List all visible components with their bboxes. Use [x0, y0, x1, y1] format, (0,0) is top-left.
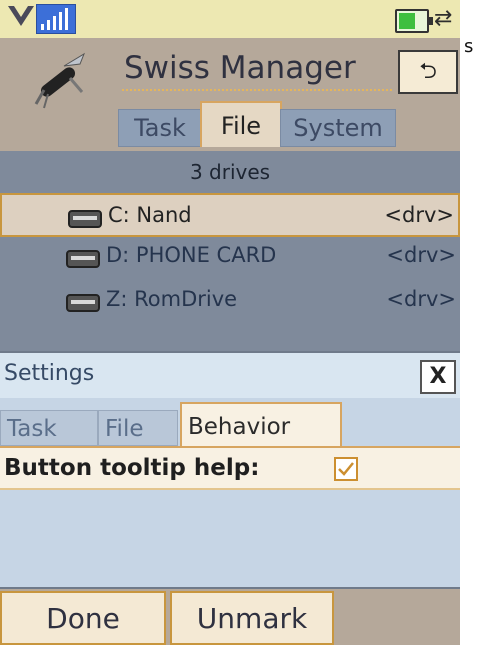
drive-icon — [66, 294, 100, 312]
title-divider — [122, 89, 392, 91]
drive-name: Z: RomDrive — [106, 287, 238, 311]
tab-system[interactable]: System — [280, 109, 396, 147]
option-row-tooltip: Button tooltip help: — [0, 448, 460, 490]
option-label: Button tooltip help: — [4, 455, 260, 481]
softkey-bar: Done Unmark — [0, 587, 460, 645]
checkmark-icon — [338, 462, 354, 476]
drive-row-d[interactable]: D: PHONE CARD <drv> — [0, 235, 460, 279]
dialog-title: Settings — [4, 361, 95, 386]
settings-tab-file[interactable]: File — [98, 410, 178, 446]
drive-type-tag: <drv> — [386, 243, 456, 267]
drive-row-z[interactable]: Z: RomDrive <drv> — [0, 279, 460, 323]
drive-count: 3 drives — [189, 160, 271, 184]
tooltip-checkbox[interactable] — [334, 457, 358, 481]
phone-screen: ⇄ Swiss Manager ⮌ Task File System 3 dri… — [0, 0, 460, 645]
done-button[interactable]: Done — [0, 591, 166, 645]
swiss-knife-icon — [34, 52, 86, 109]
app-tab-bar: Task File System — [118, 101, 398, 147]
sync-icon: ⇄ — [434, 6, 453, 31]
drive-icon — [68, 210, 102, 228]
side-text: s — [464, 36, 474, 57]
drive-type-tag: <drv> — [386, 287, 456, 311]
battery-icon — [395, 9, 433, 33]
settings-tab-task[interactable]: Task — [0, 410, 98, 446]
drive-row-c[interactable]: C: Nand <drv> — [0, 193, 460, 237]
tab-task[interactable]: Task — [118, 109, 202, 147]
drive-type-tag: <drv> — [384, 203, 454, 227]
drive-list: 3 drives C: Nand <drv> D: PHONE CARD <dr… — [0, 151, 460, 351]
drive-icon — [66, 250, 100, 268]
app-title: Swiss Manager — [124, 50, 356, 86]
drive-name: D: PHONE CARD — [106, 243, 277, 267]
drive-name: C: Nand — [108, 203, 192, 227]
status-bar: ⇄ — [0, 0, 460, 38]
tab-file[interactable]: File — [200, 101, 282, 147]
settings-dialog-body: Task File Behavior Button tooltip help: — [0, 398, 460, 587]
settings-dialog-header: Settings X — [0, 351, 460, 398]
back-button[interactable]: ⮌ — [398, 50, 458, 94]
notification-arrow-inner — [14, 6, 28, 17]
close-button[interactable]: X — [420, 360, 456, 394]
unmark-button[interactable]: Unmark — [170, 591, 334, 645]
signal-strength-icon — [36, 4, 76, 34]
settings-tab-behavior[interactable]: Behavior — [180, 402, 342, 448]
